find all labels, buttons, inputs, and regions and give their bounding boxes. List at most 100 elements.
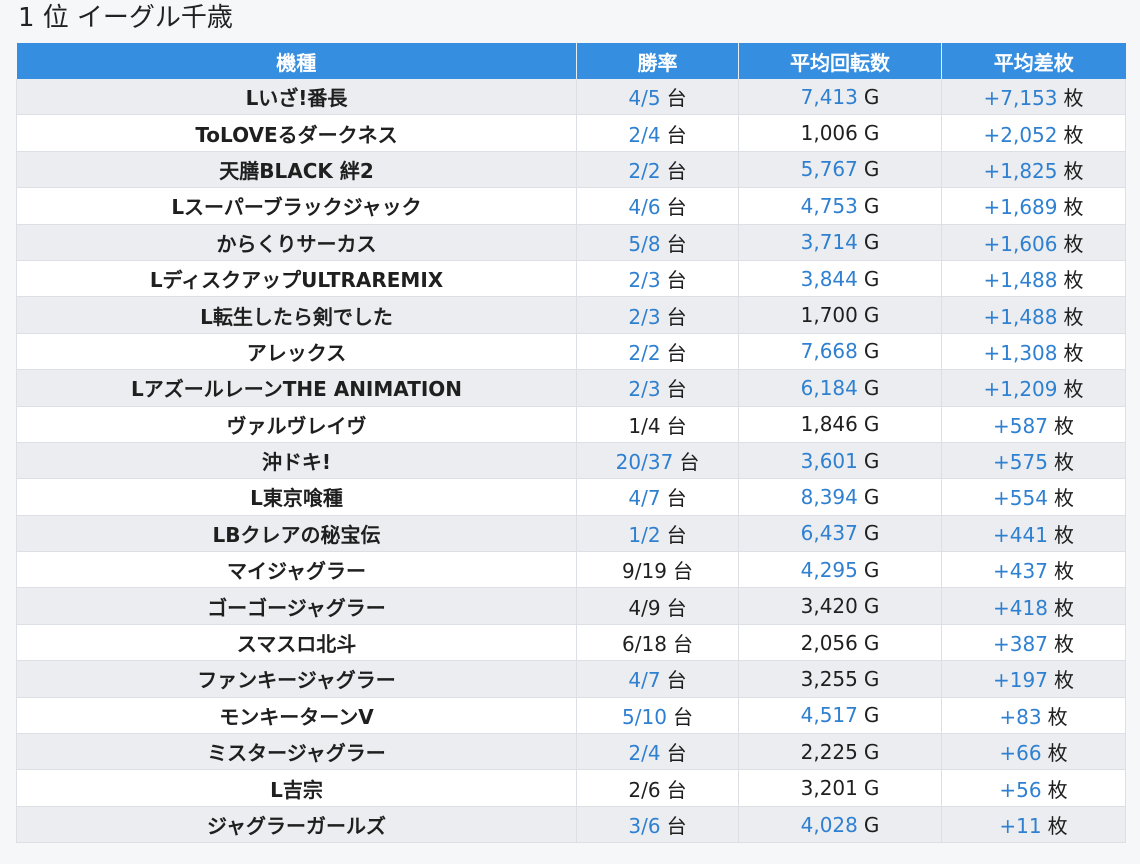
avg-spins-cell: 1,700 G [738,296,942,334]
machine-name[interactable]: アレックス [247,341,346,365]
avg-spins-cell: 3,420 G [738,587,942,625]
table-row[interactable]: ヴァルヴレイヴ 1/4 台 1,846 G +587 枚 [16,406,1126,443]
table-row[interactable]: L転生したら剣でした 2/3 台 1,700 G +1,488 枚 [16,296,1126,334]
avg-diff-cell: +441 枚 [941,515,1126,553]
win-rate-cell: 4/9 台 [576,587,739,625]
machine-name[interactable]: ジャグラーガールズ [207,814,386,838]
avg-diff-cell: +1,488 枚 [941,260,1126,298]
table-row[interactable]: ゴーゴージャグラー 4/9 台 3,420 G +418 枚 [16,587,1126,625]
win-rate-unit: 台 [666,777,687,802]
win-rate-unit: 台 [666,522,687,547]
win-rate-value: 2/3 [628,304,661,329]
avg-diff-unit: 枚 [1063,340,1084,365]
machine-name[interactable]: L吉宗 [270,778,323,802]
win-rate-value: 4/5 [628,86,661,111]
avg-diff-cell: +56 枚 [941,769,1126,807]
table-row[interactable]: L吉宗 2/6 台 3,201 G +56 枚 [16,769,1126,807]
machine-name-cell: 沖ドキ! [16,442,577,480]
machine-name[interactable]: L東京喰種 [250,486,343,510]
column-header-win-rate[interactable]: 勝率 [576,43,739,79]
avg-spins-unit: G [863,303,880,328]
win-rate-cell: 3/6 台 [576,806,739,844]
avg-spins-value: 4,028 [800,812,858,837]
column-header-avg-spins[interactable]: 平均回転数 [738,43,942,79]
win-rate-unit: 台 [666,340,687,365]
win-rate-unit: 台 [666,158,687,183]
table-row[interactable]: ジャグラーガールズ 3/6 台 4,028 G +11 枚 [16,806,1126,844]
avg-diff-value: +1,606 [983,231,1058,256]
table-row[interactable]: アレックス 2/2 台 7,668 G +1,308 枚 [16,333,1126,371]
win-rate-cell: 20/37 台 [576,442,739,480]
avg-diff-cell: +1,488 枚 [941,296,1126,334]
column-header-avg-diff[interactable]: 平均差枚 [941,43,1126,79]
avg-spins-unit: G [863,339,880,364]
avg-diff-unit: 枚 [1047,741,1068,766]
win-rate-value: 9/19 [622,559,667,584]
win-rate-value: 2/4 [628,741,661,766]
machine-name[interactable]: マイジャグラー [227,559,366,583]
avg-spins-value: 3,601 [800,448,858,473]
table-row[interactable]: マイジャグラー 9/19 台 4,295 G +437 枚 [16,551,1126,589]
win-rate-cell: 2/4 台 [576,733,739,771]
machine-name[interactable]: LBクレアの秘宝伝 [213,523,381,547]
machine-name[interactable]: ゴーゴージャグラー [207,596,386,620]
avg-spins-unit: G [863,776,880,801]
avg-spins-unit: G [863,157,880,182]
table-row[interactable]: スマスロ北斗 6/18 台 2,056 G +387 枚 [16,624,1126,662]
table-row[interactable]: モンキーターンV 5/10 台 4,517 G +83 枚 [16,697,1126,735]
machine-name[interactable]: LディスクアップULTRAREMIX [150,268,443,292]
table-row[interactable]: 沖ドキ! 20/37 台 3,601 G +575 枚 [16,442,1126,480]
machine-name[interactable]: Lスーパーブラックジャック [171,195,421,219]
machine-name[interactable]: L転生したら剣でした [200,305,393,329]
table-row[interactable]: 天膳BLACK 絆2 2/2 台 5,767 G +1,825 枚 [16,151,1126,189]
table-row[interactable]: ToLOVEるダークネス 2/4 台 1,006 G +2,052 枚 [16,114,1126,152]
avg-spins-value: 5,767 [800,157,858,182]
avg-diff-cell: +554 枚 [941,478,1126,516]
avg-diff-unit: 枚 [1063,268,1084,293]
table-row[interactable]: Lいざ!番長 4/5 台 7,413 G +7,153 枚 [16,79,1126,116]
avg-diff-cell: +1,689 枚 [941,187,1126,225]
machine-name-cell: ファンキージャグラー [16,660,577,698]
table-row[interactable]: LBクレアの秘宝伝 1/2 台 6,437 G +441 枚 [16,515,1126,553]
avg-diff-cell: +2,052 枚 [941,114,1126,152]
machine-name[interactable]: ヴァルヴレイヴ [227,414,367,438]
table-row[interactable]: LディスクアップULTRAREMIX 2/3 台 3,844 G +1,488 枚 [16,260,1126,298]
win-rate-cell: 4/7 台 [576,660,739,698]
machine-stats-table: 機種 勝率 平均回転数 平均差枚 Lいざ!番長 4/5 台 7,413 G +7,153 枚… [16,43,1126,844]
avg-spins-cell: 1,006 G [738,114,942,152]
machine-name[interactable]: 沖ドキ! [262,450,331,474]
column-header-machine[interactable]: 機種 [16,43,577,79]
machine-name[interactable]: ToLOVEるダークネス [195,123,397,147]
avg-diff-unit: 枚 [1063,122,1084,147]
machine-name[interactable]: Lいざ!番長 [246,86,348,110]
machine-name[interactable]: からくりサーカス [217,232,377,256]
table-row[interactable]: Lスーパーブラックジャック 4/6 台 4,753 G +1,689 枚 [16,187,1126,225]
machine-name[interactable]: ファンキージャグラー [197,668,396,692]
avg-diff-unit: 枚 [1053,668,1074,693]
machine-name[interactable]: 天膳BLACK 絆2 [219,159,374,183]
avg-diff-unit: 枚 [1063,86,1084,111]
machine-name-cell: ヴァルヴレイヴ [16,406,577,443]
avg-spins-value: 4,517 [800,703,858,728]
machine-name-cell: L吉宗 [16,769,577,807]
table-row[interactable]: ミスタージャグラー 2/4 台 2,225 G +66 枚 [16,733,1126,771]
win-rate-unit: 台 [666,304,687,329]
machine-name[interactable]: ミスタージャグラー [207,741,386,765]
avg-diff-unit: 枚 [1063,304,1084,329]
machine-name-cell: モンキーターンV [16,697,577,735]
avg-diff-cell: +11 枚 [941,806,1126,844]
table-row[interactable]: ファンキージャグラー 4/7 台 3,255 G +197 枚 [16,660,1126,698]
avg-spins-unit: G [863,812,880,837]
avg-diff-cell: +1,606 枚 [941,224,1126,261]
avg-diff-cell: +1,308 枚 [941,333,1126,371]
table-row[interactable]: LアズールレーンTHE ANIMATION 2/3 台 6,184 G +1,209 枚 [16,369,1126,407]
table-row[interactable]: L東京喰種 4/7 台 8,394 G +554 枚 [16,478,1126,516]
win-rate-value: 1/2 [628,522,661,547]
machine-name[interactable]: モンキーターンV [219,705,373,729]
avg-diff-value: +575 [993,450,1048,475]
table-row[interactable]: からくりサーカス 5/8 台 3,714 G +1,606 枚 [16,224,1126,261]
machine-name[interactable]: スマスロ北斗 [237,632,356,656]
machine-name[interactable]: LアズールレーンTHE ANIMATION [131,377,462,401]
avg-spins-value: 3,255 [800,666,858,691]
avg-diff-cell: +418 枚 [941,587,1126,625]
